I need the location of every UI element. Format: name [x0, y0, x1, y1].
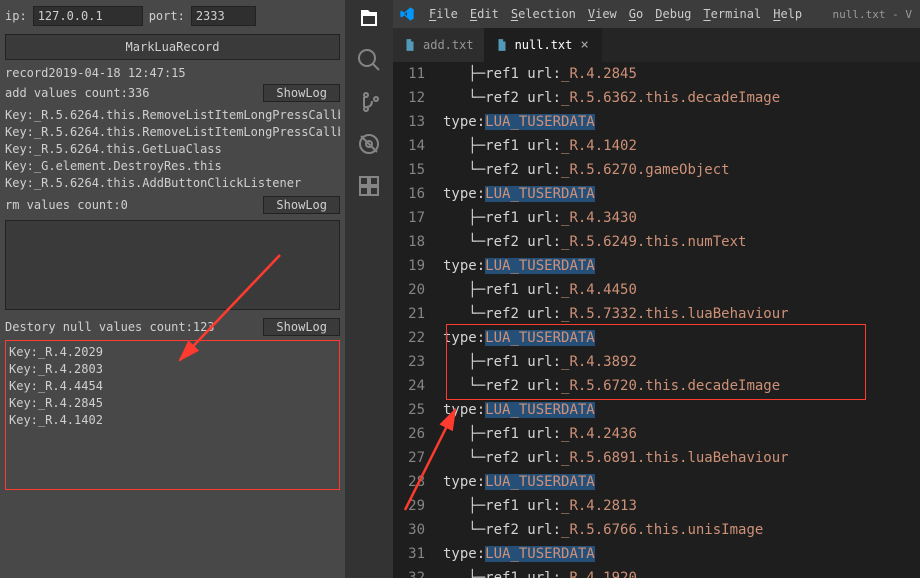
- destroy-keys-list: Key:_R.4.2029 Key:_R.4.2803 Key:_R.4.4454 K…: [9, 343, 336, 429]
- code-line: type:LUA_TUSERDATA: [443, 254, 920, 278]
- ip-label: ip:: [5, 9, 27, 23]
- code-line: ├─ref1 url:_R.4.4450: [443, 278, 920, 302]
- tab-bar: add.txt null.txt ×: [393, 28, 920, 62]
- code-line: type:LUA_TUSERDATA: [443, 542, 920, 566]
- vscode-logo-icon: [399, 6, 415, 22]
- key-entry: Key:_R.5.6264.this.RemoveListItemLongPre…: [5, 108, 340, 122]
- code-line: ├─ref1 url:_R.4.3892: [443, 350, 920, 374]
- window-title: null.txt - V: [833, 8, 914, 21]
- code-line: ├─ref1 url:_R.4.3430: [443, 206, 920, 230]
- menu-file[interactable]: File: [423, 5, 464, 23]
- code-line: type:LUA_TUSERDATA: [443, 110, 920, 134]
- mark-lua-record-button[interactable]: MarkLuaRecord: [5, 34, 340, 60]
- rm-values-count-label: rm values count:0: [5, 198, 263, 212]
- activity-bar: [345, 0, 393, 578]
- code-area[interactable]: 1112131415161718192021222324252627282930…: [393, 62, 920, 578]
- code-line: type:LUA_TUSERDATA: [443, 470, 920, 494]
- key-entry: Key:_R.4.1402: [9, 413, 336, 427]
- code-line: ├─ref1 url:_R.4.1920: [443, 566, 920, 578]
- destroy-null-count-label: Destory null values count:123: [5, 320, 263, 334]
- destroy-keys-redbox: Key:_R.4.2029 Key:_R.4.2803 Key:_R.4.4454 K…: [5, 340, 340, 490]
- code-line: ├─ref1 url:_R.4.1402: [443, 134, 920, 158]
- key-entry: Key:_R.5.6264.this.RemoveListItemLongPre…: [5, 125, 340, 139]
- line-number-gutter: 1112131415161718192021222324252627282930…: [393, 62, 443, 578]
- key-entry: Key:_R.5.6264.this.AddButtonClickListene…: [5, 176, 340, 190]
- menu-terminal[interactable]: Terminal: [697, 5, 767, 23]
- left-panel: ip: port: MarkLuaRecord record2019-04-18…: [0, 0, 345, 578]
- menu-selection[interactable]: Selection: [505, 5, 582, 23]
- code-line: └─ref2 url:_R.5.7332.this.luaBehaviour: [443, 302, 920, 326]
- showlog-add-button[interactable]: ShowLog: [263, 84, 340, 102]
- code-line: └─ref2 url:_R.5.6362.this.decadeImage: [443, 86, 920, 110]
- code-line: ├─ref1 url:_R.4.2813: [443, 494, 920, 518]
- debug-icon[interactable]: [357, 132, 381, 156]
- rm-values-box: [5, 220, 340, 310]
- code-line: ├─ref1 url:_R.4.2845: [443, 62, 920, 86]
- code-line: ├─ref1 url:_R.4.2436: [443, 422, 920, 446]
- key-entry: Key:_R.4.2029: [9, 345, 336, 359]
- menu-view[interactable]: View: [582, 5, 623, 23]
- showlog-rm-button[interactable]: ShowLog: [263, 196, 340, 214]
- code-line: └─ref2 url:_R.5.6891.this.luaBehaviour: [443, 446, 920, 470]
- key-entry: Key:_R.4.2803: [9, 362, 336, 376]
- port-input[interactable]: [191, 6, 256, 26]
- search-icon[interactable]: [357, 48, 381, 72]
- add-values-row: add values count:336 ShowLog: [5, 84, 340, 102]
- code-line: └─ref2 url:_R.5.6249.this.numText: [443, 230, 920, 254]
- code-line: type:LUA_TUSERDATA: [443, 326, 920, 350]
- ip-input[interactable]: [33, 6, 143, 26]
- vscode-window: FileEditSelectionViewGoDebugTerminalHelp…: [345, 0, 920, 578]
- code-line: └─ref2 url:_R.5.6766.this.unisImage: [443, 518, 920, 542]
- code-line: type:LUA_TUSERDATA: [443, 398, 920, 422]
- showlog-destroy-button[interactable]: ShowLog: [263, 318, 340, 336]
- tab-label: null.txt: [515, 38, 573, 52]
- code-line: type:LUA_TUSERDATA: [443, 182, 920, 206]
- add-values-count-label: add values count:336: [5, 86, 263, 100]
- key-entry: Key:_R.4.2845: [9, 396, 336, 410]
- code-line: └─ref2 url:_R.5.6270.gameObject: [443, 158, 920, 182]
- port-label: port:: [149, 9, 185, 23]
- source-control-icon[interactable]: [357, 90, 381, 114]
- extensions-icon[interactable]: [357, 174, 381, 198]
- tab-null-txt[interactable]: null.txt ×: [485, 28, 602, 62]
- menu-debug[interactable]: Debug: [649, 5, 697, 23]
- add-keys-list: Key:_R.5.6264.this.RemoveListItemLongPre…: [5, 106, 340, 192]
- key-entry: Key:_R.5.6264.this.GetLuaClass: [5, 142, 340, 156]
- destroy-row: Destory null values count:123 ShowLog: [5, 318, 340, 336]
- record-timestamp: record2019-04-18 12:47:15: [5, 64, 340, 80]
- menu-help[interactable]: Help: [767, 5, 808, 23]
- rm-values-row: rm values count:0 ShowLog: [5, 196, 340, 214]
- tab-label: add.txt: [423, 38, 474, 52]
- key-entry: Key:_G.element.DestroyRes.this: [5, 159, 340, 173]
- tab-add-txt[interactable]: add.txt: [393, 28, 485, 62]
- menu-bar: FileEditSelectionViewGoDebugTerminalHelp…: [393, 0, 920, 28]
- code-content: ├─ref1 url:_R.4.2845 └─ref2 url:_R.5.636…: [443, 62, 920, 578]
- menu-go[interactable]: Go: [623, 5, 649, 23]
- explorer-icon[interactable]: [357, 6, 381, 30]
- close-icon[interactable]: ×: [578, 38, 590, 52]
- code-line: └─ref2 url:_R.5.6720.this.decadeImage: [443, 374, 920, 398]
- connection-row: ip: port:: [5, 4, 340, 28]
- menu-edit[interactable]: Edit: [464, 5, 505, 23]
- editor-area: FileEditSelectionViewGoDebugTerminalHelp…: [393, 0, 920, 578]
- key-entry: Key:_R.4.4454: [9, 379, 336, 393]
